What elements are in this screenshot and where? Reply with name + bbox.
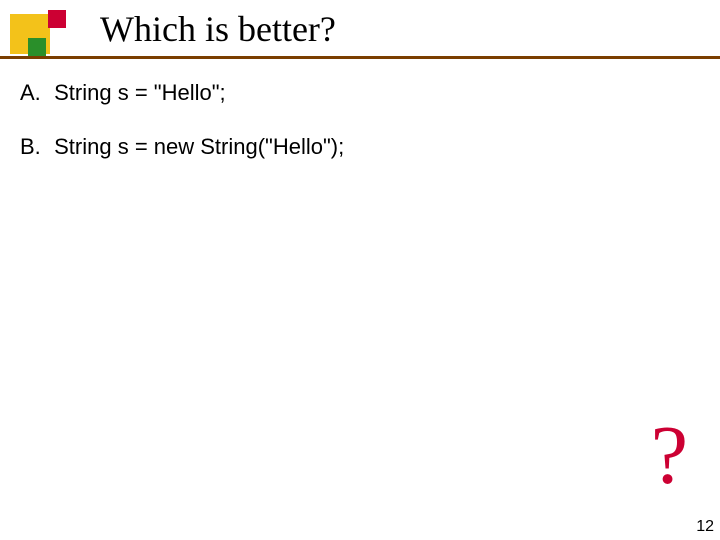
- page-number: 12: [696, 518, 714, 536]
- option-b-label: B.: [20, 134, 48, 160]
- option-b-text: String s = new String("Hello");: [54, 134, 344, 159]
- logo-red-square: [48, 10, 66, 28]
- slide: Which is better? A. String s = "Hello"; …: [0, 0, 720, 540]
- option-a: A. String s = "Hello";: [20, 80, 700, 106]
- logo-green-square: [28, 38, 46, 56]
- option-b: B. String s = new String("Hello");: [20, 134, 700, 160]
- question-mark-icon: ?: [651, 407, 688, 504]
- slide-title: Which is better?: [100, 8, 336, 50]
- option-a-text: String s = "Hello";: [54, 80, 226, 105]
- title-underline: [0, 56, 720, 59]
- option-a-label: A.: [20, 80, 48, 106]
- slide-body: A. String s = "Hello"; B. String s = new…: [20, 80, 700, 188]
- logo-block: [10, 10, 70, 58]
